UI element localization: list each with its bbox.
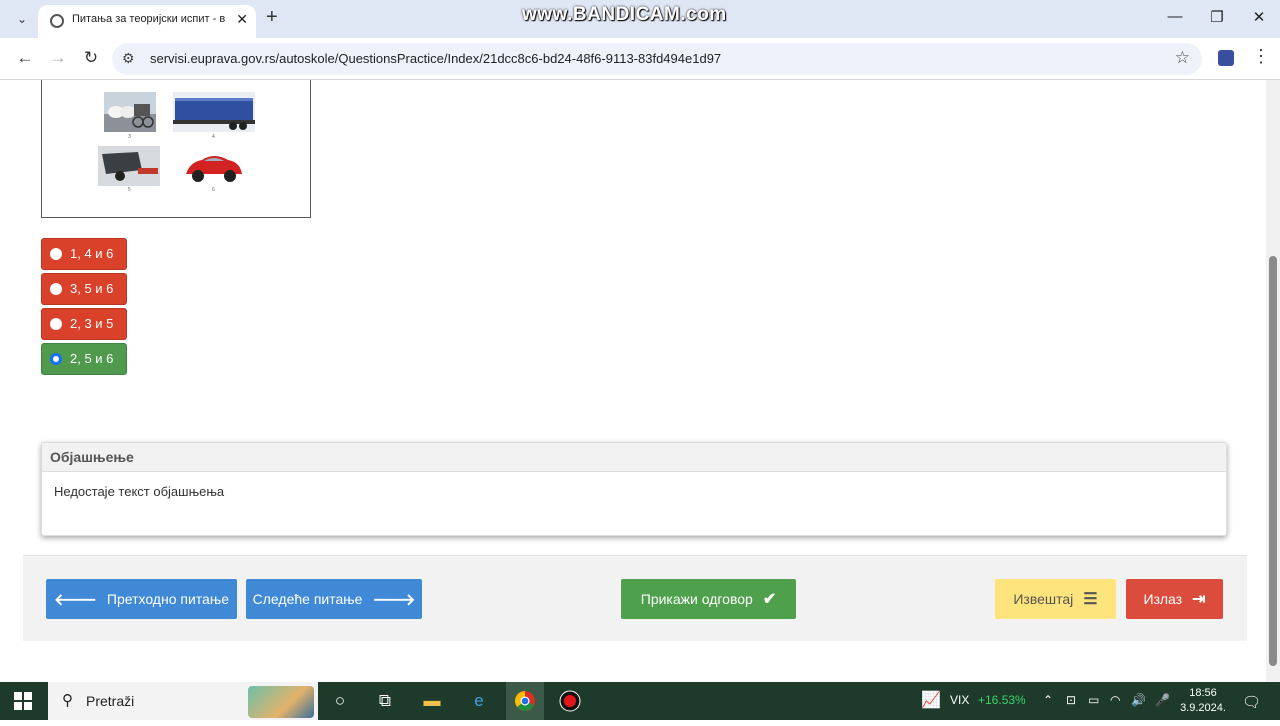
cortana-icon[interactable]: ○: [329, 690, 351, 712]
answer-option[interactable]: 2, 3 и 5: [41, 308, 127, 340]
browser-tabbar: ⌄ Питања за теоријски испит - в ✕ + www.…: [0, 0, 1280, 38]
task-view-icon[interactable]: ⧉: [374, 690, 396, 712]
notifications-icon[interactable]: 🗨: [1242, 693, 1261, 711]
explanation-text: Недостаје текст објашњења: [54, 484, 225, 499]
arrow-left-icon: 🡐: [54, 591, 97, 609]
tab-close-icon[interactable]: ✕: [236, 11, 248, 28]
exit-label: Излаз: [1143, 591, 1183, 607]
restore-icon[interactable]: ❐: [1207, 8, 1227, 26]
site-info-icon[interactable]: ⚙: [122, 50, 135, 67]
edge-icon[interactable]: e: [468, 690, 490, 712]
list-icon: ☰: [1083, 591, 1098, 608]
search-highlight-image: [248, 686, 314, 718]
answer-label: 1, 4 и 6: [70, 246, 114, 261]
bookmark-star-icon[interactable]: ☆: [1175, 48, 1190, 68]
extension-icon[interactable]: [1218, 50, 1234, 66]
stock-chart-icon[interactable]: 📈: [921, 690, 941, 710]
vix-label: VIX: [950, 693, 970, 707]
question-footer: 🡐 Претходно питање Следеће питање 🡒 Прик…: [23, 555, 1247, 641]
clock-date: 3.9.2024.: [1180, 702, 1226, 714]
taskbar-search[interactable]: ⚲ Pretraži: [48, 682, 318, 720]
reload-icon[interactable]: ↻: [80, 48, 102, 68]
volume-icon[interactable]: 🔊: [1131, 693, 1146, 707]
minimize-icon[interactable]: —: [1165, 8, 1185, 25]
checkmark-icon: ✔: [762, 591, 777, 608]
taskbar-search-placeholder: Pretraži: [86, 693, 135, 709]
explanation-title: Објашњење: [42, 443, 1226, 472]
show-answer-label: Прикажи одговор: [640, 591, 753, 607]
window-close-icon[interactable]: ✕: [1249, 8, 1269, 26]
microphone-icon[interactable]: 🎤: [1155, 693, 1170, 707]
recorder-watermark: www.BANDICAM.com: [522, 4, 727, 25]
answer-option[interactable]: 1, 4 и 6: [41, 238, 127, 270]
answer-list: 1, 4 и 6 3, 5 и 6 2, 3 и 5 2, 5 и 6: [41, 238, 127, 378]
url-field[interactable]: ⚙ servisi.euprava.gov.rs/autoskole/Quest…: [112, 43, 1202, 75]
answer-label: 2, 3 и 5: [70, 316, 114, 331]
search-icon: ⚲: [62, 692, 73, 709]
explanation-panel: Објашњење Недостаје текст објашњења: [41, 442, 1227, 536]
page-scrollbar[interactable]: [1266, 80, 1280, 682]
report-button[interactable]: Извештај ☰: [995, 579, 1116, 619]
new-tab-icon[interactable]: +: [266, 6, 278, 29]
taskbar: ⚲ Pretraži ○ ⧉ ▬ e 📈 VIX +16.53% ⌃ ⊡ ▭ ◠…: [0, 682, 1280, 720]
answer-label: 3, 5 и 6: [70, 281, 114, 296]
radio-button[interactable]: [50, 248, 62, 260]
clock-time: 18:56: [1189, 687, 1217, 699]
report-label: Извештај: [1013, 591, 1074, 607]
sign-out-icon: ⇥: [1192, 591, 1206, 608]
radio-button[interactable]: [50, 283, 62, 295]
answer-option-selected[interactable]: 2, 5 и 6: [41, 343, 127, 375]
previous-question-button[interactable]: 🡐 Претходно питање: [46, 579, 237, 619]
next-question-label: Следеће питање: [252, 591, 363, 607]
image-label: 6: [212, 187, 215, 193]
carriage-image: [104, 92, 156, 132]
taskbar-clock[interactable]: 18:56 3.9.2024.: [1178, 686, 1228, 716]
radio-button[interactable]: [50, 318, 62, 330]
url-text: servisi.euprava.gov.rs/autoskole/Questio…: [150, 51, 722, 66]
browser-menu-icon[interactable]: ⋮: [1252, 46, 1270, 67]
arrow-right-icon: 🡒: [372, 591, 416, 609]
tab-title: Питања за теоријски испит - в: [72, 13, 226, 25]
image-label: 5: [128, 187, 131, 193]
next-question-button[interactable]: Следеће питање 🡒: [246, 579, 422, 619]
back-icon[interactable]: ←: [14, 48, 36, 68]
tab-search-chevron-icon[interactable]: ⌄: [10, 8, 34, 30]
show-answer-button[interactable]: Прикажи одговор ✔: [621, 579, 796, 619]
bandicam-record-icon[interactable]: [559, 690, 581, 712]
radio-button-selected[interactable]: [50, 353, 62, 365]
previous-question-label: Претходно питање: [106, 591, 229, 607]
file-explorer-icon[interactable]: ▬: [421, 690, 443, 712]
scrollbar-thumb[interactable]: [1269, 256, 1277, 666]
answer-option[interactable]: 3, 5 и 6: [41, 273, 127, 305]
meet-now-icon[interactable]: ⊡: [1066, 693, 1076, 707]
question-image: 3 4 5 6: [41, 80, 311, 218]
image-label: 3: [128, 134, 131, 140]
address-bar: ← → ↻ ⚙ servisi.euprava.gov.rs/autoskole…: [0, 38, 1280, 80]
wifi-icon[interactable]: ◠: [1110, 693, 1120, 707]
chrome-icon[interactable]: [506, 682, 544, 720]
exit-button[interactable]: Излаз ⇥: [1126, 579, 1223, 619]
car-image: [182, 148, 246, 186]
vix-change: +16.53%: [978, 693, 1026, 707]
forward-icon[interactable]: →: [47, 48, 69, 68]
browser-tab[interactable]: Питања за теоријски испит - в ✕: [38, 5, 256, 38]
trailer-image: [98, 146, 160, 186]
answer-label: 2, 5 и 6: [70, 351, 114, 366]
semitrailer-image: [173, 92, 255, 132]
tray-chevron-icon[interactable]: ⌃: [1043, 693, 1053, 707]
globe-icon: [50, 14, 64, 28]
image-label: 4: [212, 134, 215, 140]
page-content: 3 4 5 6 1, 4 и 6 3, 5 и 6 2, 3 и 5 2, 5 …: [0, 80, 1266, 682]
battery-icon[interactable]: ▭: [1088, 693, 1099, 707]
windows-start-icon[interactable]: [14, 692, 32, 710]
